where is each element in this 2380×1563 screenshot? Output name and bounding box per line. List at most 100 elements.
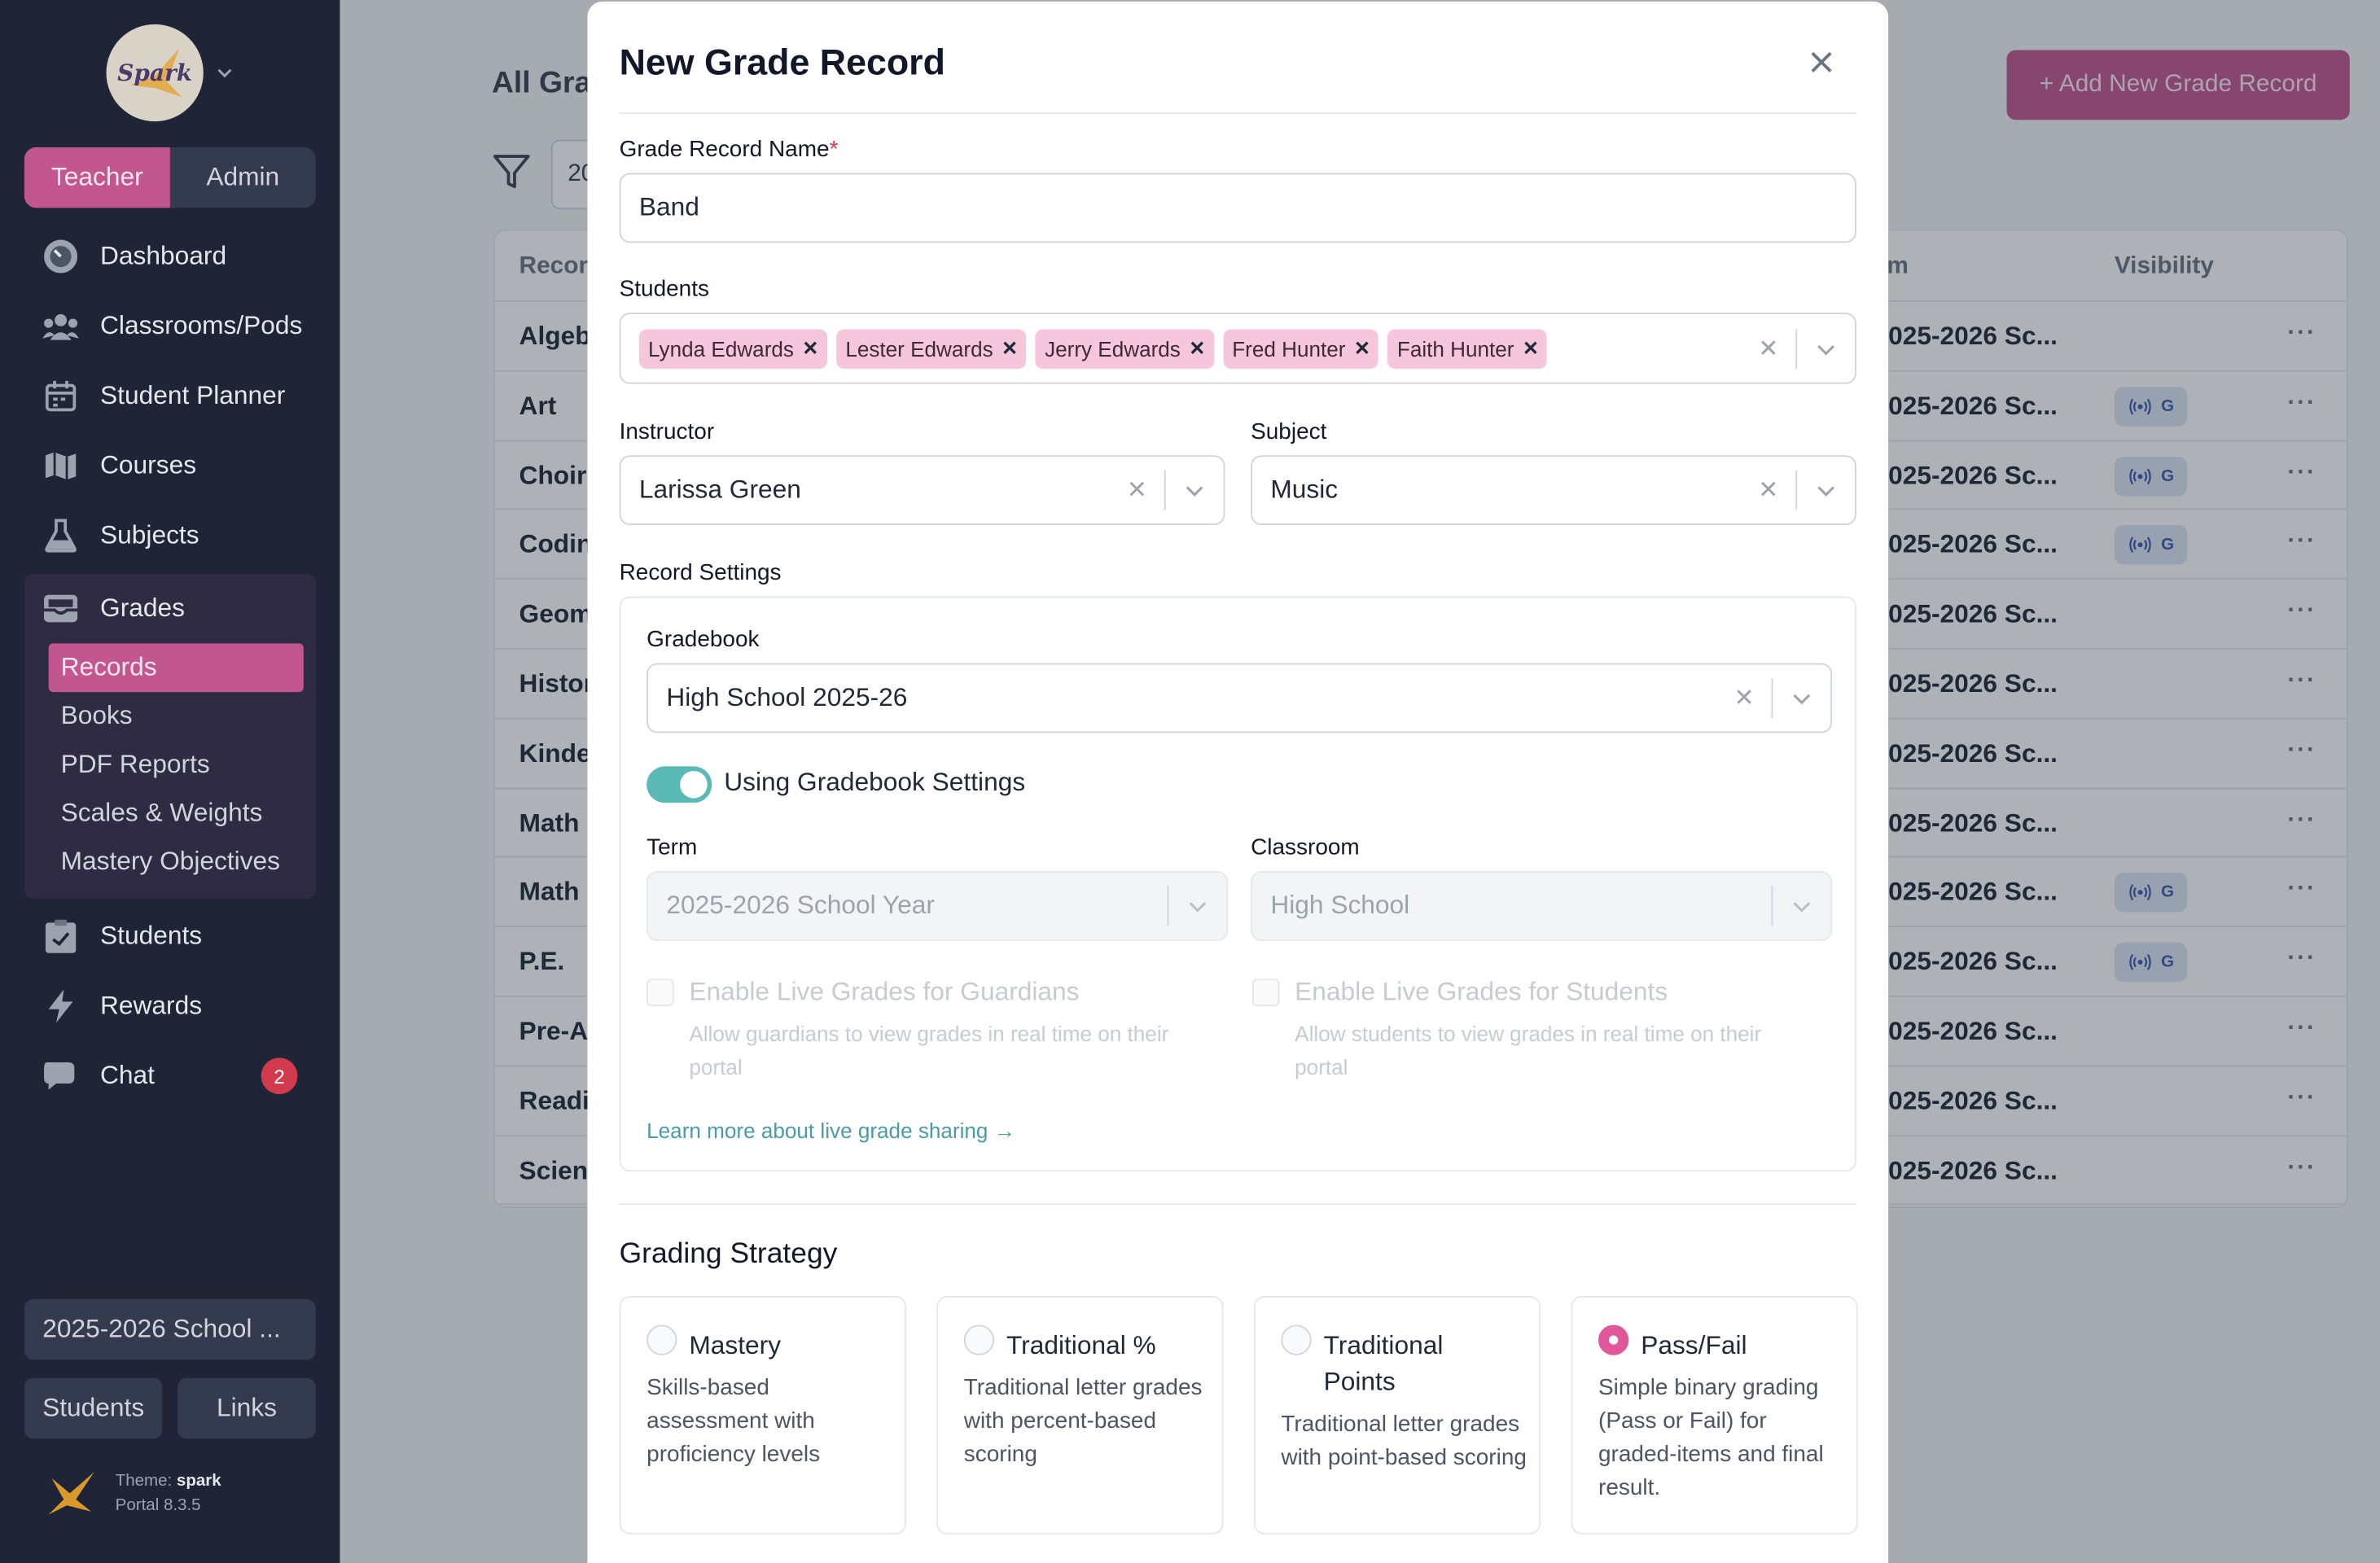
instructor-select[interactable]: Larissa Green ✕	[619, 455, 1225, 526]
remove-chip-icon[interactable]: ✕	[1514, 336, 1548, 361]
chat-icon	[42, 1057, 79, 1094]
sidebar: Spark Teacher Admin Dashboard Classrooms…	[0, 0, 340, 1563]
subject-label: Subject	[1251, 418, 1327, 445]
grades-group: Grades Records Books PDF Reports Scales …	[24, 573, 316, 899]
classroom-select: High School	[1251, 871, 1833, 941]
strategy-radio-selected[interactable]	[1598, 1324, 1629, 1355]
sidebar-item-student-planner[interactable]: Student Planner	[24, 361, 316, 431]
strategy-title: Traditional Points	[1323, 1330, 1444, 1397]
calendar-icon	[42, 378, 79, 414]
chevron-down-icon[interactable]	[1166, 479, 1224, 501]
students-multiselect[interactable]: Lynda Edwards ✕ Lester Edwards ✕ Jerry Edwar…	[619, 313, 1856, 384]
sidebar-subitem-records[interactable]: Records	[48, 643, 304, 693]
map-icon	[42, 448, 79, 484]
record-settings-panel: Gradebook High School 2025-26 ✕ Using Gr…	[619, 596, 1856, 1172]
strategy-card-traditional-percent[interactable]: Traditional % Traditional letter grades …	[936, 1296, 1224, 1535]
theme-info: Theme: spark Portal 8.3.5	[46, 1469, 319, 1518]
theme-name: spark	[176, 1472, 221, 1491]
chevron-down-icon	[1773, 895, 1830, 917]
sidebar-item-label: Students	[100, 921, 203, 950]
required-marker: *	[829, 136, 839, 163]
sidebar-item-rewards[interactable]: Rewards	[24, 971, 316, 1041]
divider	[619, 112, 1856, 114]
record-settings-label: Record Settings	[619, 559, 782, 586]
divider	[619, 1203, 1856, 1206]
sidebar-nav: Dashboard Classrooms/Pods Student Planne…	[24, 221, 316, 1110]
remove-chip-icon[interactable]: ✕	[1345, 336, 1378, 361]
clear-icon[interactable]: ✕	[1741, 333, 1795, 363]
school-logo[interactable]: Spark	[106, 24, 204, 122]
term-selector-button[interactable]: 2025-2026 School ...	[24, 1298, 316, 1360]
live-grades-guardians-title: Enable Live Grades for Guardians	[689, 977, 1080, 1006]
sidebar-item-chat[interactable]: Chat 2	[24, 1041, 316, 1111]
close-icon[interactable]	[1805, 46, 1839, 79]
use-gradebook-settings-toggle[interactable]	[647, 766, 712, 803]
grade-record-name-value: Band	[638, 192, 699, 222]
instructor-label: Instructor	[619, 418, 715, 445]
remove-chip-icon[interactable]: ✕	[993, 336, 1027, 361]
sidebar-item-label: Grades	[100, 593, 185, 623]
grade-record-name-input[interactable]: Band	[619, 173, 1856, 243]
logo-text: Spark	[117, 59, 193, 87]
clipboard-icon	[42, 918, 79, 955]
learn-more-link[interactable]: Learn more about live grade sharing →	[647, 1119, 1015, 1143]
sidebar-item-students[interactable]: Students	[24, 901, 316, 971]
sidebar-item-label: Rewards	[100, 991, 203, 1020]
sidebar-subitem-scales-weights[interactable]: Scales & Weights	[24, 789, 316, 838]
use-gradebook-settings-label: Using Gradebook Settings	[724, 768, 1026, 797]
strategy-title: Traditional %	[1006, 1330, 1156, 1360]
students-button[interactable]: Students	[24, 1377, 163, 1439]
remove-chip-icon[interactable]: ✕	[794, 336, 827, 361]
strategy-card-traditional-points[interactable]: Traditional Points Traditional letter gr…	[1253, 1296, 1541, 1535]
theme-label: Theme:	[115, 1472, 173, 1491]
student-chips: Lynda Edwards ✕ Lester Edwards ✕ Jerry Edwar…	[620, 328, 1741, 369]
strategy-description: Traditional letter grades with percent-b…	[963, 1374, 1203, 1468]
clear-icon[interactable]: ✕	[1110, 475, 1164, 505]
chevron-down-icon[interactable]	[216, 63, 234, 81]
grading-strategy-title: Grading Strategy	[619, 1238, 838, 1271]
role-teacher-button[interactable]: Teacher	[24, 147, 170, 208]
strategy-card-pass-fail[interactable]: Pass/Fail Simple binary grading (Pass or…	[1571, 1296, 1858, 1535]
grade-record-name-label: Grade Record Name*	[619, 136, 839, 163]
strategy-radio[interactable]	[963, 1324, 995, 1355]
subject-select[interactable]: Music ✕	[1251, 455, 1856, 526]
sidebar-item-subjects[interactable]: Subjects	[24, 501, 316, 571]
gradebook-label: Gradebook	[647, 626, 760, 653]
sidebar-item-grades[interactable]: Grades	[24, 574, 316, 644]
term-value: 2025-2026 School Year	[666, 891, 935, 920]
chevron-down-icon[interactable]	[1797, 479, 1855, 501]
sidebar-item-classrooms[interactable]: Classrooms/Pods	[24, 291, 316, 361]
student-chip-label: Jerry Edwards	[1045, 335, 1181, 361]
classroom-label: Classroom	[1251, 834, 1360, 861]
students-label: Students	[619, 276, 709, 302]
clear-icon[interactable]: ✕	[1716, 683, 1771, 713]
classroom-value: High School	[1270, 891, 1410, 920]
student-chip: Lester Edwards ✕	[836, 328, 1027, 369]
role-admin-button[interactable]: Admin	[170, 147, 316, 208]
sidebar-item-label: Chat	[100, 1061, 156, 1090]
live-grades-students-desc: Allow students to view grades in real ti…	[1295, 1021, 1762, 1079]
sidebar-item-label: Courses	[100, 450, 197, 480]
strategy-card-mastery[interactable]: Mastery Skills-based assessment with pro…	[619, 1296, 906, 1535]
dashboard-icon	[42, 239, 79, 275]
spark-theme-icon	[48, 1472, 94, 1515]
clear-icon[interactable]: ✕	[1741, 475, 1795, 505]
inbox-icon	[42, 590, 79, 627]
sidebar-subitem-books[interactable]: Books	[24, 692, 316, 741]
sidebar-subitem-pdf-reports[interactable]: PDF Reports	[24, 741, 316, 790]
gradebook-select[interactable]: High School 2025-26 ✕	[647, 663, 1833, 733]
new-grade-record-modal: New Grade Record Grade Record Name* Band…	[587, 1, 1889, 1563]
bolt-icon	[42, 988, 79, 1025]
strategy-radio[interactable]	[647, 1324, 677, 1355]
chevron-down-icon[interactable]	[1773, 687, 1830, 708]
sidebar-item-courses[interactable]: Courses	[24, 431, 316, 501]
sidebar-subitem-mastery-objectives[interactable]: Mastery Objectives	[24, 838, 316, 887]
live-grades-guardians-desc: Allow guardians to view grades in real t…	[689, 1021, 1169, 1079]
strategy-description: Simple binary grading (Pass or Fail) for…	[1598, 1374, 1824, 1501]
links-button[interactable]: Links	[178, 1377, 316, 1439]
chevron-down-icon[interactable]	[1797, 338, 1855, 359]
strategy-radio[interactable]	[1281, 1324, 1312, 1355]
sidebar-item-dashboard[interactable]: Dashboard	[24, 221, 316, 291]
student-chip-label: Lester Edwards	[845, 335, 993, 361]
remove-chip-icon[interactable]: ✕	[1181, 336, 1214, 361]
